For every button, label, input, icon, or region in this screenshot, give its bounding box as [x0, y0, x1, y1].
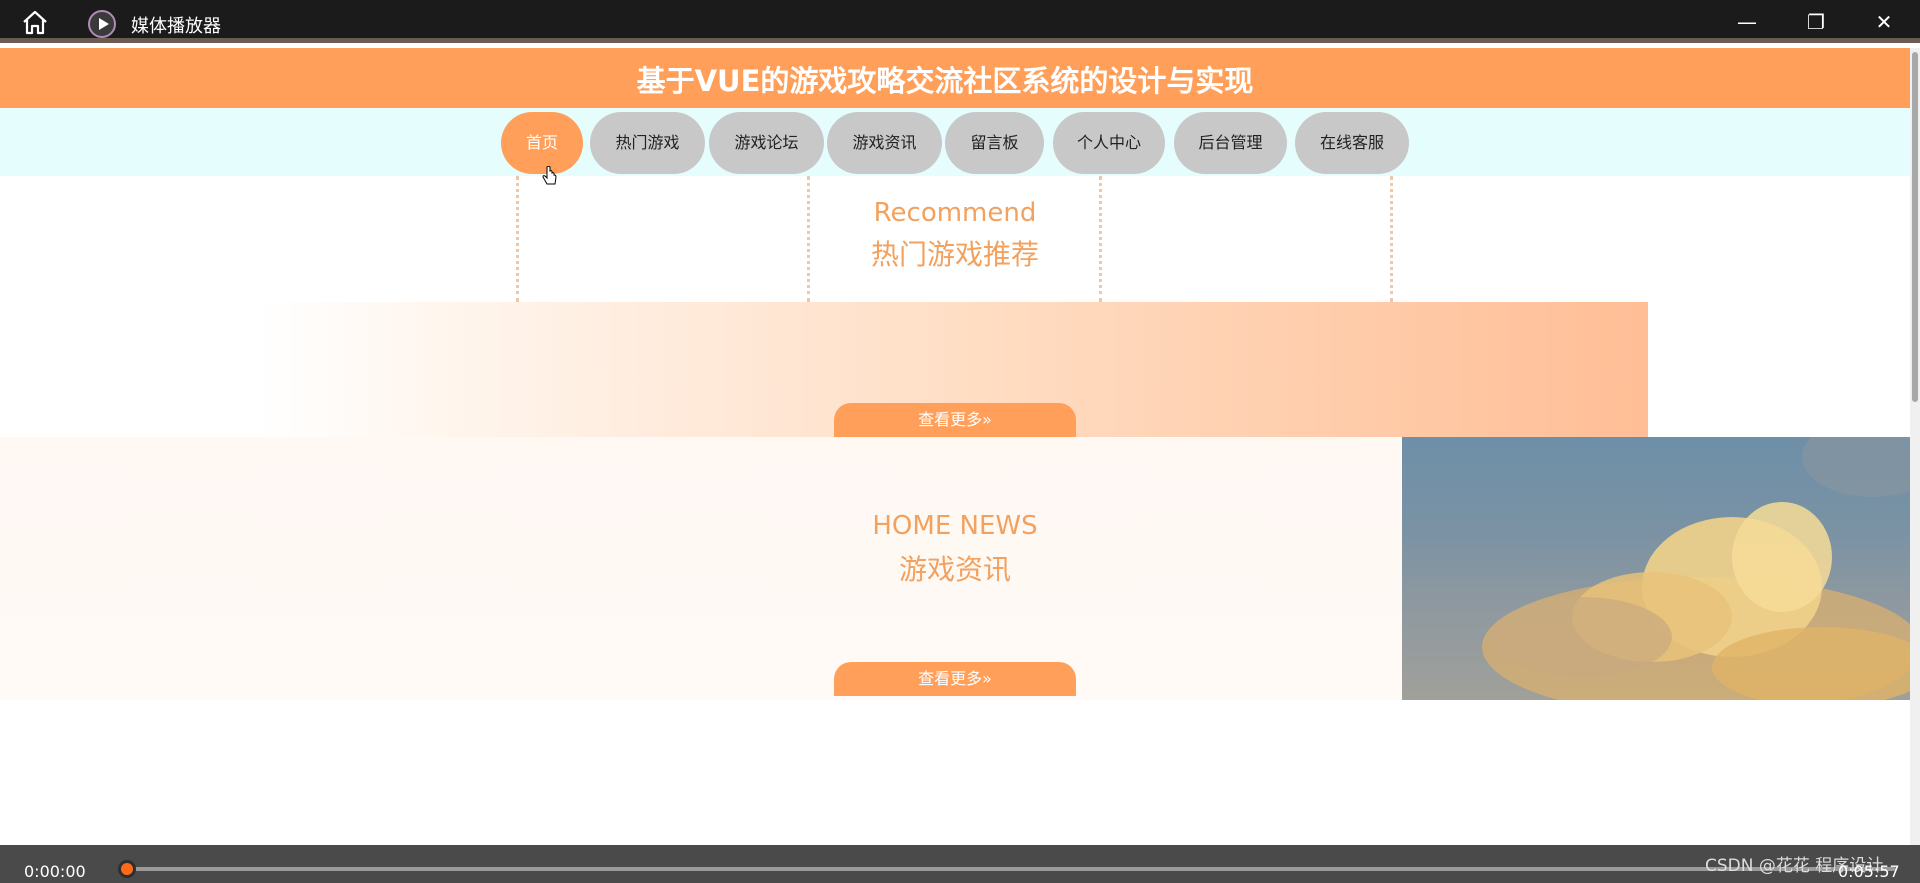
web-page: 基于VUE的游戏攻略交流社区系统的设计与实现 首页 热门游戏 游戏论坛 游戏资讯…	[0, 48, 1910, 845]
current-time: 0:00:00	[24, 862, 86, 881]
news-title-cn: 游戏资讯	[898, 553, 1011, 586]
close-button[interactable]: ✕	[1864, 7, 1904, 37]
page-scrollbar[interactable]	[1910, 48, 1920, 845]
main-nav: 首页 热门游戏 游戏论坛 游戏资讯 留言板 个人中心 后台管理 在线客服	[0, 108, 1910, 176]
hand-cursor-icon	[542, 166, 557, 185]
nav-game-forum[interactable]: 游戏论坛	[709, 112, 824, 174]
maximize-button[interactable]: ❐	[1796, 7, 1836, 37]
nav-admin[interactable]: 后台管理	[1174, 112, 1287, 174]
column-divider	[516, 176, 519, 302]
recommend-title-cn: 热门游戏推荐	[870, 238, 1039, 271]
recommend-more-button[interactable]: 查看更多»	[834, 403, 1076, 437]
window-title: 媒体播放器	[131, 16, 221, 37]
site-title: 基于VUE的游戏攻略交流社区系统的设计与实现	[636, 64, 1254, 98]
seek-bar[interactable]	[126, 867, 1896, 871]
nav-message-board[interactable]: 留言板	[945, 112, 1044, 174]
scrollbar-thumb[interactable]	[1912, 52, 1918, 402]
column-divider	[1390, 176, 1393, 302]
seek-thumb[interactable]	[118, 860, 136, 878]
news-title-en: HOME NEWS	[872, 511, 1038, 541]
news-more-button[interactable]: 查看更多»	[834, 662, 1076, 696]
news-image[interactable]	[1402, 437, 1910, 700]
play-circle-icon	[88, 10, 116, 38]
nav-online-service[interactable]: 在线客服	[1295, 112, 1409, 174]
minimize-button[interactable]: —	[1727, 7, 1767, 37]
window-titlebar: 媒体播放器 — ❐ ✕	[0, 0, 1920, 43]
nav-game-news[interactable]: 游戏资讯	[827, 112, 942, 174]
nav-user-center[interactable]: 个人中心	[1053, 112, 1165, 174]
home-icon[interactable]	[20, 9, 50, 35]
total-time: 0:05:57	[1838, 862, 1900, 881]
nav-hot-games[interactable]: 热门游戏	[590, 112, 705, 174]
nav-home[interactable]: 首页	[501, 112, 583, 174]
player-controls: 0:00:00 CSDN @花花 程序设计 0:05:57	[0, 845, 1920, 883]
recommend-title-en: Recommend	[873, 198, 1037, 228]
cloud-image	[1482, 437, 1910, 700]
site-header: 基于VUE的游戏攻略交流社区系统的设计与实现	[0, 48, 1910, 108]
